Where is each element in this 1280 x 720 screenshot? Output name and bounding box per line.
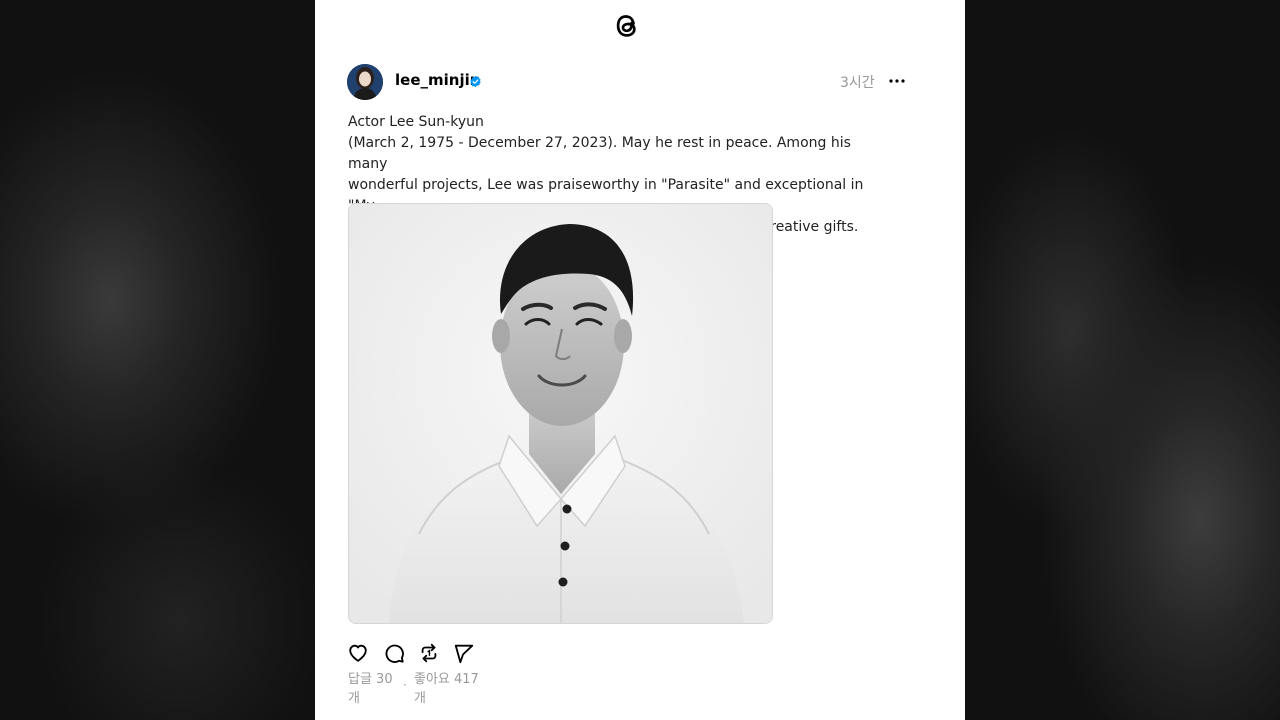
likes-unit: 개: [414, 691, 426, 706]
comment-icon[interactable]: [383, 642, 405, 664]
post-text-line: Actor Lee Sun-kyun: [348, 114, 484, 130]
verified-badge-icon: [470, 75, 481, 88]
replies-count[interactable]: 답글 30 개: [348, 670, 393, 708]
more-options-icon[interactable]: [888, 72, 906, 90]
post-image[interactable]: [348, 203, 773, 624]
post-timestamp: 3시간: [840, 75, 875, 91]
send-icon[interactable]: [453, 642, 475, 664]
repost-icon[interactable]: [418, 642, 440, 664]
username[interactable]: lee_minjin: [395, 71, 480, 89]
heart-icon[interactable]: [347, 642, 369, 664]
replies-label: 답글 30: [348, 672, 393, 687]
post-text-line: (March 2, 1975 - December 27, 2023). May…: [348, 135, 851, 172]
avatar-image: [347, 64, 383, 100]
avatar[interactable]: [347, 64, 383, 100]
likes-label: 좋아요 417: [414, 672, 479, 687]
replies-unit: 개: [348, 691, 360, 706]
meta-separator: ·: [403, 678, 407, 692]
portrait-illustration: [349, 204, 772, 623]
likes-count[interactable]: 좋아요 417 개: [414, 670, 479, 708]
threads-logo-icon[interactable]: [612, 9, 642, 41]
